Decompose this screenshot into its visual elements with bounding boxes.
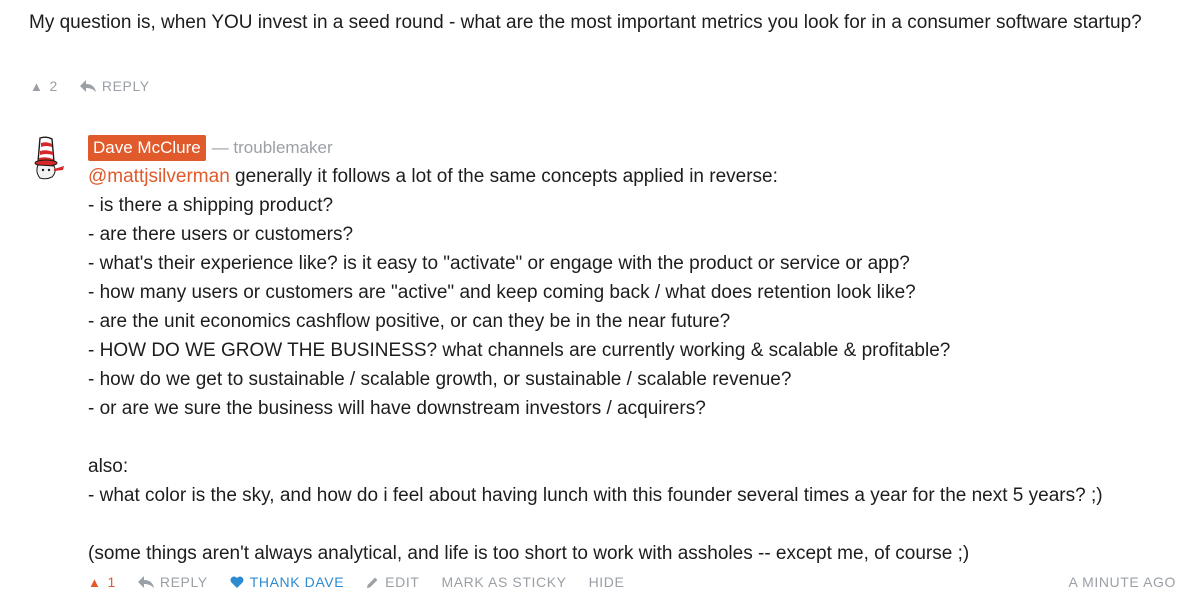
parent-upvote-button[interactable]: ▲ 2 [30,78,58,94]
parent-reply-button[interactable]: REPLY [79,78,150,94]
also-label: also: [88,456,129,477]
parent-comment-actions: ▲ 2 REPLY [30,78,150,94]
list-item: - is there a shipping product? [88,195,334,216]
cat-in-hat-avatar[interactable] [32,136,68,180]
comment-first-line: @mattjsilverman generally it follows a l… [88,162,1188,191]
list-item: - are the unit economics cashflow positi… [88,311,731,332]
edit-label: EDIT [385,574,420,590]
reply-label: REPLY [159,574,208,590]
parent-reply-label: REPLY [101,78,150,94]
first-line-text: generally it follows a lot of the same c… [229,166,778,187]
closing-line: (some things aren't always analytical, a… [88,543,970,564]
heart-icon [230,576,244,588]
upvote-arrow-icon: ▲ [88,574,102,590]
list-item: - HOW DO WE GROW THE BUSINESS? what chan… [88,340,951,361]
author-tagline: — troublemaker [211,138,333,157]
thank-label: THANK DAVE [249,574,345,590]
list-item: - what's their experience like? is it ea… [88,253,910,274]
list-item: - how many users or customers are "activ… [88,282,916,303]
sticky-label: MARK AS STICKY [441,574,567,590]
user-mention-link[interactable]: @mattjsilverman [88,166,230,187]
comment-timestamp[interactable]: A MINUTE AGO [1068,574,1176,590]
parent-comment-text: My question is, when YOU invest in a see… [29,12,1142,33]
comment-score: 1 [107,574,116,590]
upvote-button[interactable]: ▲ 1 [88,574,116,590]
list-item: - how do we get to sustainable / scalabl… [88,369,792,390]
comment: Dave McClure — troublemaker @mattjsilver… [88,134,1188,568]
author-name[interactable]: Dave McClure [88,135,206,161]
reply-button[interactable]: REPLY [137,574,208,590]
reply-arrow-icon [137,576,154,588]
pencil-icon [367,577,378,588]
mark-sticky-button[interactable]: MARK AS STICKY [441,574,566,590]
list-item: - are there users or customers? [88,224,354,245]
list-item: - or are we sure the business will have … [88,398,706,419]
reply-arrow-icon [79,80,96,92]
hide-button[interactable]: HIDE [589,574,625,590]
thank-button[interactable]: THANK DAVE [230,574,344,590]
parent-score: 2 [49,78,58,94]
comment-body: @mattjsilverman generally it follows a l… [88,162,1188,568]
list-item: - what color is the sky, and how do i fe… [88,485,1103,506]
hide-label: HIDE [588,574,625,590]
edit-button[interactable]: EDIT [366,574,419,590]
comment-header: Dave McClure — troublemaker [88,134,1188,162]
comment-actions: ▲ 1 REPLY THANK DAVE EDIT MARK AS STICKY… [88,574,624,590]
upvote-arrow-icon: ▲ [30,78,44,94]
